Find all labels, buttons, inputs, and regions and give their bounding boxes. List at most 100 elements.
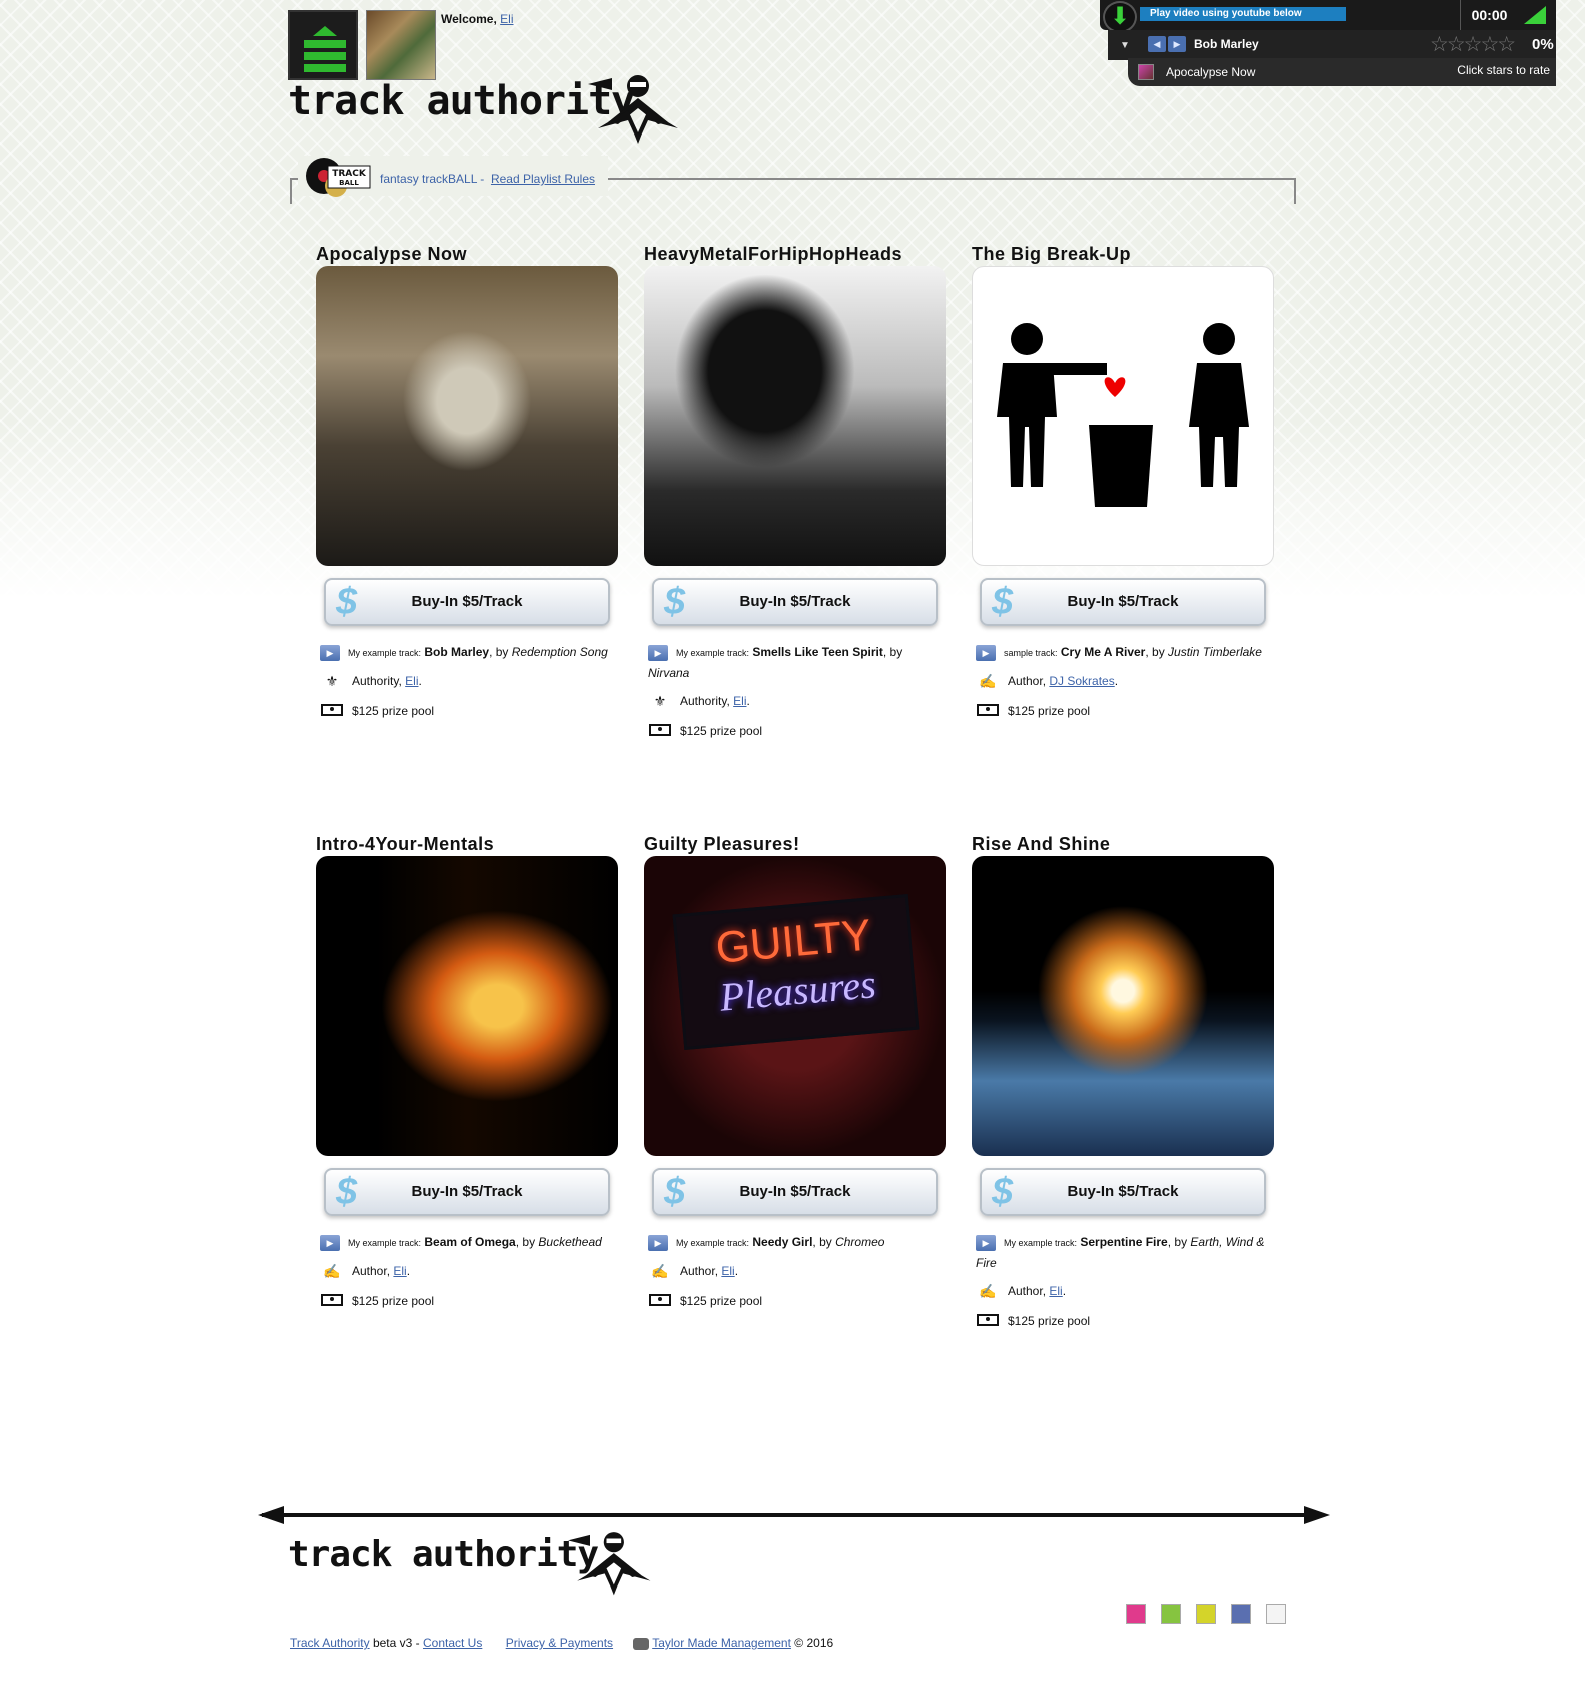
dollar-icon: $ xyxy=(992,1171,1014,1213)
play-track-icon[interactable]: ▶ xyxy=(648,644,668,661)
buy-in-button[interactable]: $ Buy-In $5/Track xyxy=(652,578,938,626)
svg-text:BALL: BALL xyxy=(339,179,359,187)
buy-in-button[interactable]: $ Buy-In $5/Track xyxy=(324,1168,610,1216)
playlist-card: Rise And Shine $ Buy-In $5/Track ▶ My exa… xyxy=(972,833,1274,1333)
author-link[interactable]: Eli xyxy=(1049,1284,1062,1298)
dollar-icon: $ xyxy=(664,581,686,623)
author-pen-icon: ✍ xyxy=(979,673,997,689)
player-time: 00:00 xyxy=(1460,0,1518,30)
contact-us-link[interactable]: Contact Us xyxy=(423,1636,482,1650)
footer-links: Track Authority beta v3 - Contact Us Pri… xyxy=(290,1636,834,1650)
taylor-made-link[interactable]: Taylor Made Management xyxy=(652,1636,791,1650)
playlist-title[interactable]: The Big Break-Up xyxy=(972,243,1274,265)
author-link[interactable]: Eli xyxy=(721,1264,734,1278)
home-roof-icon xyxy=(313,26,337,36)
cash-icon xyxy=(976,702,1000,720)
example-track: ▶ My example track: Smells Like Teen Spir… xyxy=(648,644,903,680)
play-track-icon[interactable]: ▶ xyxy=(648,1234,668,1251)
author-link[interactable]: Eli xyxy=(405,674,418,688)
author-link[interactable]: Eli xyxy=(733,694,746,708)
cash-icon xyxy=(976,1312,1000,1330)
menu-button[interactable] xyxy=(288,10,358,80)
previous-track-icon[interactable]: ◀ xyxy=(1148,36,1166,52)
youtube-progress-bar[interactable]: Play video using youtube below xyxy=(1140,7,1346,21)
rating-stars[interactable]: ☆☆☆☆☆ xyxy=(1430,32,1516,57)
theme-swatch-green[interactable] xyxy=(1161,1604,1181,1624)
prize-pool: $125 prize pool xyxy=(644,719,946,743)
volume-icon[interactable] xyxy=(1524,6,1546,24)
footer-mascot-icon xyxy=(568,1532,651,1596)
logo-mascot-icon xyxy=(588,75,678,144)
playlist-image[interactable] xyxy=(316,856,618,1156)
theme-swatch-yellow[interactable] xyxy=(1196,1604,1216,1624)
example-track: ▶ My example track: Bob Marley, by Redemp… xyxy=(316,642,618,663)
buy-in-button[interactable]: $ Buy-In $5/Track xyxy=(980,1168,1266,1216)
rules-label: fantasy trackBALL - Read Playlist Rules xyxy=(380,172,595,186)
playlist-image[interactable] xyxy=(316,266,618,566)
play-track-icon[interactable]: ▶ xyxy=(976,644,996,661)
playlist-card: Intro-4Your-Mentals $ Buy-In $5/Track ▶ M… xyxy=(316,833,618,1313)
play-track-icon[interactable]: ▶ xyxy=(976,1234,996,1251)
playlist-author: ⚜ Authority, Eli. xyxy=(644,689,946,713)
playlist-title[interactable]: HeavyMetalForHipHopHeads xyxy=(644,243,946,265)
footer-divider xyxy=(262,1513,1322,1517)
buy-in-button[interactable]: $ Buy-In $5/Track xyxy=(324,578,610,626)
footer-logo-wordmark: track authority xyxy=(288,1534,599,1575)
playlist-image[interactable] xyxy=(644,266,946,566)
fantasy-trackball-logo[interactable]: TRACK BALL xyxy=(304,156,374,198)
company-logo-icon xyxy=(633,1637,650,1650)
playlist-title[interactable]: Rise And Shine xyxy=(972,833,1274,855)
player-playlist-name[interactable]: Apocalypse Now xyxy=(1166,65,1255,79)
cash-icon xyxy=(648,1292,672,1310)
authority-emblem-icon: ⚜ xyxy=(653,693,667,709)
buy-in-button[interactable]: $ Buy-In $5/Track xyxy=(980,578,1266,626)
dollar-icon: $ xyxy=(336,1171,358,1213)
prize-pool: $125 prize pool xyxy=(972,1309,1274,1333)
playlist-title[interactable]: Guilty Pleasures! xyxy=(644,833,946,855)
footer-logo[interactable]: track authority xyxy=(288,1528,688,1608)
track-authority-link[interactable]: Track Authority xyxy=(290,1636,370,1650)
theme-swatch-white[interactable] xyxy=(1266,1604,1286,1624)
example-track: ▶ My example track: Beam of Omega, by Buc… xyxy=(316,1232,618,1253)
playlist-title[interactable]: Intro-4Your-Mentals xyxy=(316,833,618,855)
site-logo[interactable]: track authority xyxy=(288,72,708,152)
rate-hint: Click stars to rate xyxy=(1457,63,1550,77)
menu-bar-icon xyxy=(304,40,346,48)
dollar-icon: $ xyxy=(664,1171,686,1213)
author-link[interactable]: Eli xyxy=(393,1264,406,1278)
play-track-icon[interactable]: ▶ xyxy=(320,1234,340,1251)
playlist-author: ✍ Author, Eli. xyxy=(644,1259,946,1283)
download-arrow-icon[interactable]: ⬇ xyxy=(1103,1,1137,33)
theme-swatch-blue[interactable] xyxy=(1231,1604,1251,1624)
next-track-icon[interactable]: ▶ xyxy=(1168,36,1186,52)
svg-text:TRACK: TRACK xyxy=(332,169,367,179)
read-playlist-rules-link[interactable]: Read Playlist Rules xyxy=(491,172,595,186)
buy-in-button[interactable]: $ Buy-In $5/Track xyxy=(652,1168,938,1216)
author-link[interactable]: DJ Sokrates xyxy=(1049,674,1114,688)
author-pen-icon: ✍ xyxy=(323,1263,341,1279)
theme-swatch-pink[interactable] xyxy=(1126,1604,1146,1624)
neon-sign: GUILTY Pleasures xyxy=(672,893,920,1051)
playlist-image[interactable] xyxy=(972,856,1274,1156)
author-pen-icon: ✍ xyxy=(979,1283,997,1299)
playlist-title[interactable]: Apocalypse Now xyxy=(316,243,618,265)
player-track-bar: ▼ ◀ ▶ Bob Marley ☆☆☆☆☆ 0% xyxy=(1108,30,1556,60)
menu-bar-icon xyxy=(304,64,346,72)
welcome-user-link[interactable]: Eli xyxy=(500,12,513,26)
collapse-caret-icon[interactable]: ▼ xyxy=(1120,40,1130,51)
logo-wordmark: track authority xyxy=(288,78,635,124)
user-avatar[interactable] xyxy=(366,10,436,80)
playlist-card: Guilty Pleasures! GUILTY Pleasures $ Buy… xyxy=(644,833,946,1313)
play-track-icon[interactable]: ▶ xyxy=(320,644,340,661)
vinyl-record-icon: TRACK BALL xyxy=(306,158,371,197)
playlist-card: The Big Break-Up $ Buy-In $5/Track ▶ samp… xyxy=(972,243,1274,723)
example-track: ▶ My example track: Serpentine Fire, by E… xyxy=(976,1234,1265,1270)
prize-pool: $125 prize pool xyxy=(972,699,1274,723)
privacy-payments-link[interactable]: Privacy & Payments xyxy=(506,1636,613,1650)
dollar-icon: $ xyxy=(336,581,358,623)
playlist-image[interactable] xyxy=(972,266,1274,566)
playlist-author: ✍ Author, DJ Sokrates. xyxy=(972,669,1274,693)
example-track: ▶ My example track: Needy Girl, by Chrome… xyxy=(644,1232,946,1253)
authority-emblem-icon: ⚜ xyxy=(325,673,339,689)
playlist-image[interactable]: GUILTY Pleasures xyxy=(644,856,946,1156)
